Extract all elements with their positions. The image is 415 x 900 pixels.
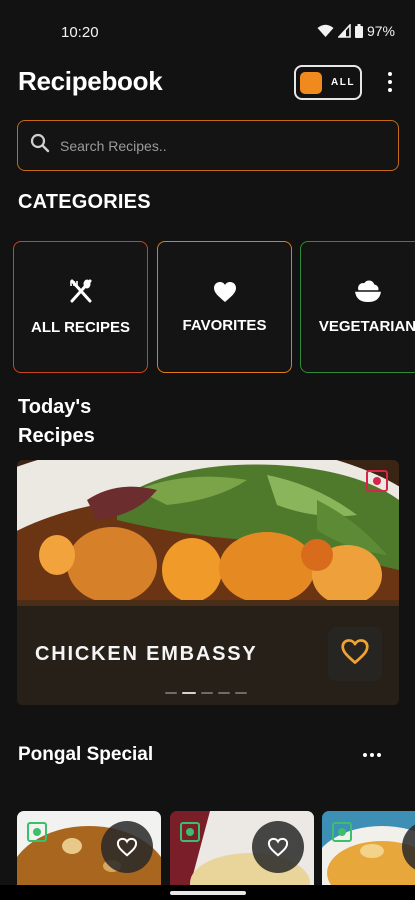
- category-card-favorites[interactable]: FAVORITES: [157, 241, 292, 373]
- status-time: 10:20: [61, 24, 99, 41]
- system-navigation-bar: [0, 885, 415, 900]
- wifi-icon: [317, 24, 334, 38]
- signal-icon: [337, 24, 351, 38]
- utensils-icon: [69, 279, 93, 305]
- categories-heading: CATEGORIES: [18, 191, 151, 213]
- featured-recipe-name: CHICKEN EMBASSY: [35, 643, 258, 665]
- diet-filter-toggle[interactable]: ALL: [294, 65, 362, 100]
- heart-outline-icon: [116, 837, 138, 857]
- overflow-menu-icon[interactable]: [384, 70, 396, 94]
- toggle-label: ALL: [331, 77, 355, 88]
- search-icon: [30, 133, 50, 158]
- category-label: ALL RECIPES: [31, 318, 130, 336]
- heart-outline-icon: [340, 638, 370, 670]
- non-veg-indicator-icon: [366, 470, 388, 492]
- category-label: FAVORITES: [182, 316, 267, 334]
- favorite-button[interactable]: [101, 821, 153, 873]
- todays-recipes-heading: Today's Recipes: [18, 396, 95, 447]
- battery-icon: [354, 24, 363, 38]
- category-card-vegetarian[interactable]: VEGETARIAN: [300, 241, 415, 373]
- featured-recipe-card[interactable]: CHICKEN EMBASSY: [17, 460, 399, 705]
- pongal-special-heading: Pongal Special: [18, 744, 154, 765]
- category-label: VEGETARIAN: [318, 317, 415, 335]
- heart-outline-icon: [267, 837, 289, 857]
- categories-carousel[interactable]: ALL RECIPES FAVORITES VEGETARIAN: [13, 241, 415, 374]
- heart-icon: [213, 281, 237, 303]
- search-input[interactable]: [60, 137, 360, 154]
- toggle-knob: [300, 71, 322, 94]
- battery-level: 97%: [366, 23, 395, 39]
- app-title: Recipebook: [18, 66, 163, 96]
- pongal-recipes-list[interactable]: [17, 811, 415, 886]
- recipe-card[interactable]: [17, 811, 161, 886]
- home-gesture-handle[interactable]: [170, 891, 246, 895]
- recipe-card[interactable]: [170, 811, 314, 886]
- status-icons: 97%: [317, 23, 395, 39]
- favorite-button[interactable]: [328, 627, 382, 681]
- salad-bowl-icon: [354, 280, 382, 304]
- search-bar[interactable]: [17, 120, 399, 171]
- status-bar: 10:20 97%: [0, 0, 415, 58]
- veg-indicator-icon: [332, 822, 352, 842]
- category-card-all-recipes[interactable]: ALL RECIPES: [13, 241, 148, 373]
- veg-indicator-icon: [180, 822, 200, 842]
- more-options-icon[interactable]: [363, 753, 381, 757]
- carousel-page-indicator: [165, 692, 247, 694]
- veg-indicator-icon: [27, 822, 47, 842]
- recipe-card[interactable]: [322, 811, 415, 886]
- favorite-button[interactable]: [252, 821, 304, 873]
